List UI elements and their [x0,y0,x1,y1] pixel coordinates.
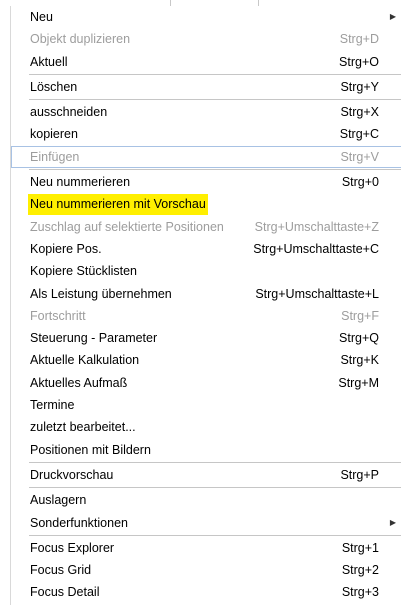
menu-item-label: Positionen mit Bildern [30,442,151,457]
menu-item-label: Aktuelles Aufmaß [30,375,128,390]
menu-item-shortcut: Strg+X [340,105,379,120]
menu-item-label: Neu [30,10,53,24]
menu-item-sonderfunktionen[interactable]: Sonderfunktionen ▶ [11,512,401,534]
menu-separator [29,99,401,101]
menu-item-shortcut: Strg+2 [341,563,379,578]
menu-item-shortcut: Strg+D [339,32,379,47]
menu-item-label: Auslagern [30,493,87,508]
menu-item-einfuegen[interactable]: Einfügen Strg+V [11,145,401,169]
menu-separator [29,461,401,463]
menu-item-shortcut: Strg+P [340,467,379,482]
menu-item-label: Termine [30,398,75,413]
menu-item-fortschritt[interactable]: Fortschritt Strg+F [11,305,401,327]
menu-separator [29,534,401,536]
menu-item-termine[interactable]: Termine [11,394,401,416]
menu-item-shortcut: Strg+O [339,54,379,69]
menu-item-focus-detail[interactable]: Focus Detail Strg+3 [11,581,401,603]
menu-item-shortcut: Strg+K [340,353,379,368]
menu-item-label: Fortschritt [30,308,86,323]
menu-item-label: kopieren [30,127,78,142]
menu-item-label: Löschen [30,79,78,94]
menu-item-druckvorschau[interactable]: Druckvorschau Strg+P [11,464,401,486]
menu-item-shortcut: Strg+0 [341,175,379,190]
menu-item-shortcut: Strg+C [339,127,379,142]
menu-item-label: Einfügen [30,149,80,164]
menu-item-shortcut: Strg+Umschalttaste+Z [254,219,379,234]
menu-item-label: Focus Grid [30,563,92,578]
menu-item-label: Focus Detail [30,585,100,600]
menu-item-auslagern[interactable]: Auslagern [11,489,401,511]
menu-item-label: Objekt duplizieren [30,32,131,47]
menu-item-focus-explorer[interactable]: Focus Explorer Strg+1 [11,537,401,559]
menu-item-zuschlag-auf-selektierte-positionen[interactable]: Zuschlag auf selektierte Positionen Strg+… [11,216,401,238]
menu-item-label: Aktuell [30,54,68,69]
menu-item-shortcut: Strg+Y [340,79,379,94]
menu-item-aktuell[interactable]: Aktuell Strg+O [11,51,401,73]
menu-item-label: Kopiere Stücklisten [30,264,138,279]
menu-item-aktuelle-kalkulation[interactable]: Aktuelle Kalkulation Strg+K [11,349,401,371]
menu-item-label: Als Leistung übernehmen [30,286,172,301]
menu-item-label: ausschneiden [30,105,108,120]
context-menu: Neu ▶ Objekt duplizieren Strg+D Aktuell Strg+… [10,6,401,605]
menu-item-zuletzt-bearbeitet[interactable]: zuletzt bearbeitet... [11,416,401,438]
menu-item-label: Steuerung - Parameter [30,331,158,346]
menu-separator [29,169,401,171]
menu-item-steuerung-parameter[interactable]: Steuerung - Parameter Strg+Q [11,327,401,349]
menu-item-objekt-duplizieren[interactable]: Objekt duplizieren Strg+D [11,28,401,50]
submenu-arrow-icon: ▶ [389,12,396,21]
menu-item-neu-nummerieren-mit-vorschau[interactable]: Neu nummerieren mit Vorschau [11,193,401,216]
menu-item-loeschen[interactable]: Löschen Strg+Y [11,76,401,98]
menu-item-label: Sonderfunktionen [30,515,128,530]
menu-item-shortcut: Strg+M [338,375,379,390]
menu-item-shortcut: Strg+F [341,308,379,323]
menu-item-als-leistung-uebernehmen[interactable]: Als Leistung übernehmen Strg+Umschalttast… [11,283,401,305]
menu-item-focus-grid[interactable]: Focus Grid Strg+2 [11,559,401,581]
menu-item-label: Zuschlag auf selektierte Positionen [30,219,224,234]
menu-item-label: Kopiere Pos. [30,241,102,256]
menu-item-neu-nummerieren[interactable]: Neu nummerieren Strg+0 [11,171,401,193]
menu-separator [29,73,401,75]
menu-item-aktuelles-aufmass[interactable]: Aktuelles Aufmaß Strg+M [11,372,401,394]
submenu-arrow-icon: ▶ [389,517,396,527]
menu-item-neu[interactable]: Neu ▶ [11,6,401,28]
menu-item-shortcut: Strg+Umschalttaste+L [255,286,379,301]
menu-item-label: Aktuelle Kalkulation [30,353,140,368]
menu-item-shortcut: Strg+3 [341,585,379,600]
menu-item-ausschneiden[interactable]: ausschneiden Strg+X [11,101,401,123]
menu-separator [29,487,401,489]
menu-item-shortcut: Strg+1 [341,540,379,555]
menu-item-label: Focus Explorer [30,540,115,555]
menu-item-label: Druckvorschau [30,467,114,482]
menu-item-shortcut: Strg+Umschalttaste+C [253,241,379,256]
menu-item-shortcut: Strg+V [340,149,379,164]
menu-item-label: zuletzt bearbeitet... [30,420,136,435]
menu-item-kopieren[interactable]: kopieren Strg+C [11,123,401,145]
menu-item-positionen-mit-bildern[interactable]: Positionen mit Bildern [11,439,401,461]
menu-item-kopiere-pos[interactable]: Kopiere Pos. Strg+Umschalttaste+C [11,238,401,260]
menu-item-label: Neu nummerieren [30,175,131,190]
menu-item-kopiere-stuecklisten[interactable]: Kopiere Stücklisten [11,260,401,282]
menu-item-label: Neu nummerieren mit Vorschau [28,194,208,216]
menu-item-shortcut: Strg+Q [339,331,379,346]
